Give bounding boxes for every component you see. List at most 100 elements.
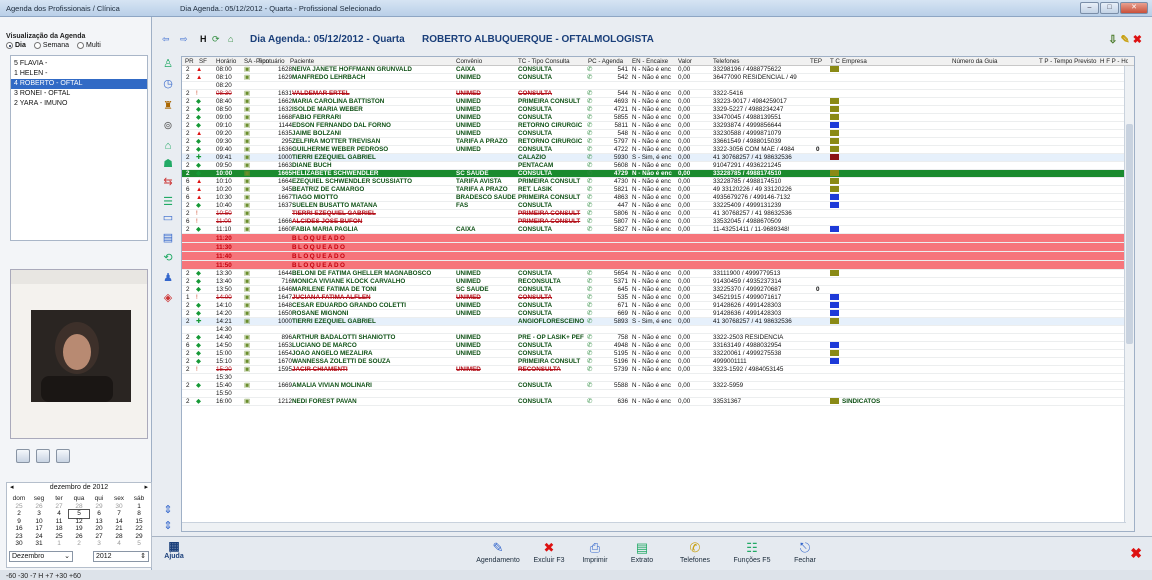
calendar-day[interactable]: 7 bbox=[109, 510, 129, 518]
calendar-day[interactable]: 15 bbox=[129, 518, 149, 526]
calendar-day[interactable]: 24 bbox=[29, 533, 49, 541]
phone-icon[interactable]: ✆ bbox=[587, 358, 597, 366]
col-tep[interactable]: TEP bbox=[810, 58, 822, 65]
close-x-icon[interactable]: ✖ bbox=[1130, 545, 1142, 562]
table-row[interactable]: 2 ◆ ▣ 14:10 1648 CESAR EDUARDO GRANDO COLETTI… bbox=[182, 302, 1134, 310]
phone-icon[interactable]: ✆ bbox=[587, 210, 597, 218]
professional-item[interactable]: 2 YARA - IMUNO bbox=[11, 99, 147, 109]
calendar-day[interactable]: 10 bbox=[29, 518, 49, 526]
phone-icon[interactable]: ✆ bbox=[587, 114, 597, 122]
table-row[interactable]: 2 ◆ ▣ 09:10 1144 EDSON FERNANDO DAL FORNO UNIM… bbox=[182, 122, 1134, 130]
document-icon[interactable] bbox=[56, 449, 70, 463]
calendar-day[interactable]: 23 bbox=[9, 533, 29, 541]
year-select[interactable]: 2012 ⇕ bbox=[93, 551, 149, 562]
view-multi-radio[interactable]: Multi bbox=[76, 42, 101, 49]
phone-icon[interactable]: ✆ bbox=[587, 342, 597, 350]
calendar-day[interactable]: 8 bbox=[129, 510, 149, 518]
calendar-day[interactable]: 28 bbox=[69, 503, 89, 511]
home-icon[interactable]: ⌂ bbox=[228, 34, 233, 44]
prev-month-icon[interactable]: ◂ bbox=[10, 483, 14, 493]
move-arrows-icon[interactable]: ⇕ bbox=[160, 518, 176, 534]
calendar-day[interactable]: 5 bbox=[68, 509, 90, 519]
phone-icon[interactable]: ✆ bbox=[587, 146, 597, 154]
people-icon[interactable]: ☗ bbox=[160, 156, 176, 172]
table-row[interactable]: 2 ▲ ▣ 09:20 1635 JAIME BOLZANI UNIMED CONSULTA ✆… bbox=[182, 130, 1134, 138]
table-row[interactable]: 2 ◆ ▣ 10:40 1637 SUELEN BUSATTO MATANA FAS CONS… bbox=[182, 202, 1134, 210]
table-row[interactable]: 6 ▲ ▣ 10:30 1667 TIAGO MIOTTO BRADESCO SAUDE PR… bbox=[182, 194, 1134, 202]
table-row[interactable]: 2 ◆ ▣ 13:50 1646 MARILENE FATIMA DE TONI SC SA… bbox=[182, 286, 1134, 294]
swap-icon[interactable]: ⟲ bbox=[160, 250, 176, 266]
table-row[interactable]: 14:30 bbox=[182, 326, 1134, 334]
phone-icon[interactable]: ✆ bbox=[587, 194, 597, 202]
table-row[interactable]: 6 ◆ ▣ 14:50 1653 LUCIANO DE MARCO UNIMED CONSUL… bbox=[182, 342, 1134, 350]
download-icon[interactable]: ⇩ bbox=[1108, 34, 1117, 46]
phone-icon[interactable]: ✆ bbox=[587, 366, 597, 374]
col-horario[interactable]: Horário bbox=[216, 58, 236, 65]
next-month-icon[interactable]: ▸ bbox=[144, 483, 148, 493]
functions-f5-button[interactable]: ☷ Funções F5 bbox=[722, 539, 782, 564]
refresh-icon[interactable]: ⟳ bbox=[212, 34, 220, 45]
professional-item[interactable]: 3 RONEI - OFTAL bbox=[11, 89, 147, 99]
table-row[interactable]: 2 ◆ ▣ 09:00 1668 FABIO FERRARI UNIMED CONSULTA ✆… bbox=[182, 114, 1134, 122]
table-row[interactable]: 6! ▣ 11:00 1666 ALCIDES JOSE BUFON PRIMEIRA C… bbox=[182, 218, 1134, 226]
view-day-radio[interactable]: Dia bbox=[6, 42, 26, 49]
phone-icon[interactable]: ✆ bbox=[587, 302, 597, 310]
calendar-day[interactable]: 28 bbox=[109, 533, 129, 541]
col-horario-previsto[interactable]: H F P - Horário Previsto bbox=[1100, 58, 1128, 65]
col-tc[interactable]: T C bbox=[830, 58, 840, 65]
close-button[interactable]: ⎋ Fechar bbox=[775, 539, 835, 564]
phone-icon[interactable]: ✆ bbox=[587, 138, 597, 146]
calendar-day[interactable]: 3 bbox=[29, 510, 49, 518]
phone-icon[interactable]: ✆ bbox=[587, 278, 597, 286]
calendar-day[interactable]: 26 bbox=[29, 503, 49, 511]
capture-icon[interactable] bbox=[36, 449, 50, 463]
screen-icon[interactable]: ▭ bbox=[160, 210, 176, 226]
list-icon[interactable]: ☰ bbox=[160, 194, 176, 210]
calendar-day[interactable]: 30 bbox=[9, 540, 29, 548]
phone-icon[interactable]: ✆ bbox=[587, 382, 597, 390]
house-icon[interactable]: ⌂ bbox=[160, 138, 176, 154]
calendar-day[interactable]: 30 bbox=[109, 503, 129, 511]
phone-icon[interactable]: ✆ bbox=[587, 66, 597, 74]
calendar-day[interactable]: 29 bbox=[129, 533, 149, 541]
calendar-day[interactable]: 2 bbox=[69, 540, 89, 548]
blocked-row[interactable]: 11:30 BLOQUEADO bbox=[182, 243, 1134, 252]
table-row[interactable]: 2 ◆ ▣ 08:40 1662 MARIA CAROLINA BATTISTON UNIM… bbox=[182, 98, 1134, 106]
calendar-day[interactable]: 1 bbox=[129, 503, 149, 511]
today-button[interactable]: H bbox=[200, 34, 207, 44]
table-row[interactable]: 2 ✚ ▣ 09:41 1000 TIERRI EZEQUIEL GABRIEL CALAZ… bbox=[182, 154, 1134, 162]
calendar-day[interactable]: 11 bbox=[49, 518, 69, 526]
horizontal-scrollbar[interactable] bbox=[182, 522, 1126, 531]
phone-icon[interactable]: ✆ bbox=[587, 106, 597, 114]
table-row[interactable]: 2 ◆ ▣ 08:50 1632 ISOLDE MARIA WEBER UNIMED CONS… bbox=[182, 106, 1134, 114]
binoculars-icon[interactable]: ⊚ bbox=[160, 118, 176, 134]
calendar-day[interactable]: 19 bbox=[69, 525, 89, 533]
phone-icon[interactable]: ✆ bbox=[587, 178, 597, 186]
calendar-day[interactable]: 3 bbox=[89, 540, 109, 548]
table-row[interactable]: 2 ▲ ▣ 08:00 1628 NEIVA JANETE HOFFMANN GRUNVA… bbox=[182, 66, 1134, 74]
blocked-row[interactable]: 11:40 BLOQUEADO bbox=[182, 252, 1134, 261]
table-row[interactable]: 2 ◆ ▣ 14:20 1650 ROSANE MIGNONI UNIMED CONSULTA… bbox=[182, 310, 1134, 318]
col-valor[interactable]: Valor bbox=[678, 58, 692, 65]
table-row[interactable]: 2 ◆ ▣ 13:40 716 MONICA VIVIANE KLOCK CARVALHO… bbox=[182, 278, 1134, 286]
phones-button[interactable]: ✆ Telefones bbox=[665, 539, 725, 564]
calendar-day[interactable]: 12 bbox=[69, 518, 89, 526]
calendar-day[interactable]: 9 bbox=[9, 518, 29, 526]
calendar-icon[interactable]: ▤ bbox=[160, 230, 176, 246]
calendar-day[interactable]: 26 bbox=[69, 533, 89, 541]
calendar-day[interactable]: 6 bbox=[89, 510, 109, 518]
calendar-day[interactable]: 20 bbox=[89, 525, 109, 533]
close-window-button[interactable]: ✕ bbox=[1120, 2, 1148, 14]
col-prontuario[interactable]: Prontuário bbox=[256, 58, 285, 65]
phone-icon[interactable]: ✆ bbox=[587, 74, 597, 82]
table-row[interactable]: 2 ◆ ▣ 15:00 1654 JOAO ANGELO MEZALIRA UNIMED CO… bbox=[182, 350, 1134, 358]
calendar-day[interactable]: 2 bbox=[9, 510, 29, 518]
phone-icon[interactable]: ✆ bbox=[587, 154, 597, 162]
phone-icon[interactable]: ✆ bbox=[587, 350, 597, 358]
phone-icon[interactable]: ✆ bbox=[587, 90, 597, 98]
calendar-day[interactable]: 17 bbox=[29, 525, 49, 533]
calendar-day[interactable]: 5 bbox=[129, 540, 149, 548]
calendar-day[interactable]: 27 bbox=[49, 503, 69, 511]
table-row[interactable]: 2 ◆ ▣ 09:40 1636 GUILHERME WEBER PEDROSO UNIME… bbox=[182, 146, 1134, 154]
calendar-day[interactable]: 22 bbox=[129, 525, 149, 533]
